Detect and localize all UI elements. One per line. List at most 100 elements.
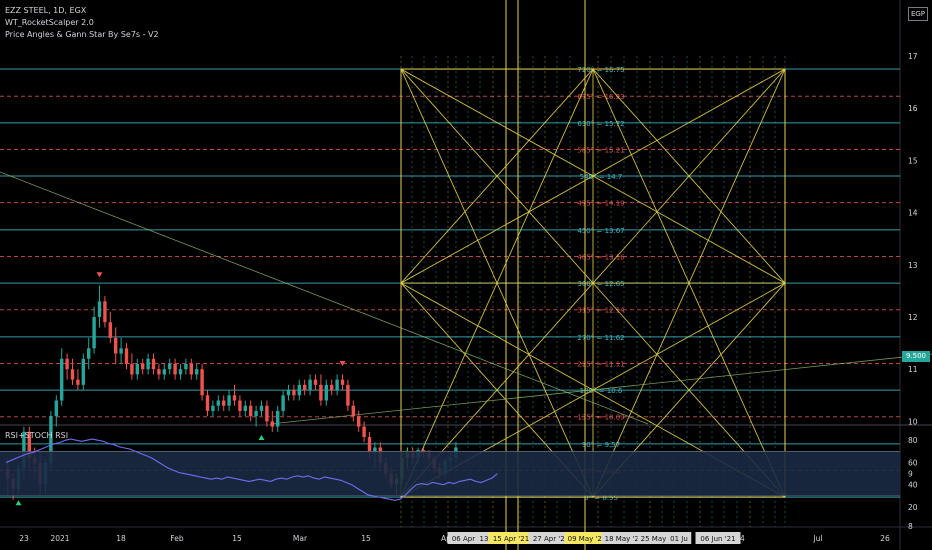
candle: [70, 358, 75, 385]
candle: [216, 395, 220, 411]
downtrend-line: [0, 171, 649, 425]
candle: [297, 379, 301, 401]
candle: [270, 410, 274, 432]
candle: [157, 363, 161, 380]
candle: [81, 353, 85, 391]
candle-body: [114, 337, 118, 354]
candle-body: [259, 405, 264, 411]
candle: [222, 395, 226, 411]
candle-body: [324, 384, 328, 401]
time-axis-date-label: 01 Ju: [670, 535, 688, 543]
candle: [97, 285, 102, 328]
candle: [130, 353, 134, 380]
trading-chart[interactable]: 720° = 16.75675° = 16.23630° = 15.72585°…: [0, 0, 932, 550]
indicator-rocketscalper[interactable]: WT_RocketScalper 2.0: [5, 18, 94, 27]
price-tick-label: 9: [908, 470, 913, 479]
level-label: 270° = 11.62: [577, 334, 624, 342]
candle-body: [81, 358, 85, 385]
rsi-tick-label: 80: [908, 436, 918, 445]
candle-body: [205, 395, 210, 411]
candle-body: [351, 405, 355, 417]
rsi-tick-label: 40: [908, 481, 918, 490]
time-tick-label: 15: [361, 534, 371, 543]
candle: [87, 337, 91, 370]
candle-body: [151, 358, 156, 370]
last-price-tag: 9.500: [902, 351, 930, 362]
trend-lines: [0, 171, 932, 425]
time-tick-label: 26: [880, 534, 890, 543]
candle: [60, 348, 64, 406]
candle: [65, 353, 69, 380]
candle-body: [76, 379, 80, 385]
candle-body: [254, 410, 258, 417]
candle: [308, 374, 312, 396]
rsi-indicator-title[interactable]: RSI+STOCH RSI: [5, 431, 68, 440]
candle-body: [157, 369, 161, 375]
time-axis-date-label: 09 May '21: [568, 535, 607, 543]
symbol-title[interactable]: EZZ STEEL, 1D, EGX: [5, 6, 86, 15]
candle-body: [286, 390, 291, 396]
candle-body: [357, 416, 361, 427]
candle-body: [173, 363, 177, 375]
price-tick-label: 14: [908, 209, 918, 218]
candle-body: [195, 369, 199, 375]
price-tick-label: 8: [908, 522, 913, 531]
candle: [205, 390, 210, 417]
candle-body: [303, 384, 307, 391]
candle-body: [200, 369, 204, 396]
level-label: 495° = 14.19: [577, 200, 624, 208]
candle-body: [141, 363, 145, 370]
candle-body: [297, 384, 301, 396]
candle-body: [108, 322, 112, 338]
candle: [259, 400, 264, 417]
candle: [114, 327, 118, 364]
time-tick-label: Jul: [812, 534, 822, 543]
candle-body: [319, 384, 323, 401]
candle: [119, 337, 123, 364]
sell-signal-icon: [96, 272, 103, 278]
candle: [162, 363, 166, 380]
time-axis[interactable]: 23 2021 18 Feb 15 Mar 15 Ap 06 Apr '2113 15 Apr '…: [19, 532, 890, 544]
time-axis-date-label: 15 Apr '21: [493, 535, 529, 543]
currency-label[interactable]: EGP: [908, 7, 928, 21]
price-tick-label: 13: [908, 261, 918, 270]
candle-body: [97, 301, 102, 317]
candle-body: [211, 405, 215, 411]
candle: [135, 358, 139, 380]
candle-body: [222, 400, 226, 406]
rsi-band: [0, 451, 900, 496]
indicator-gann-star[interactable]: Price Angles & Gann Star By Se7s - V2: [5, 30, 159, 39]
time-tick-label: 15: [232, 534, 242, 543]
time-tick-label: 23: [19, 534, 29, 543]
candle-body: [367, 437, 372, 453]
candle: [303, 379, 307, 396]
candle-body: [168, 363, 172, 370]
time-tick-label: 14: [735, 534, 745, 543]
level-label: 675° = 16.23: [577, 93, 624, 101]
rsi-tick-label: 60: [908, 458, 918, 467]
candle: [249, 400, 253, 422]
price-tick-label: 15: [908, 156, 918, 165]
candle-body: [146, 358, 150, 370]
candle: [281, 390, 285, 417]
candle-body: [292, 390, 296, 396]
candle-body: [70, 369, 75, 380]
candle: [92, 306, 96, 354]
candle: [335, 374, 339, 396]
candle: [351, 400, 355, 422]
candle-body: [103, 301, 107, 323]
time-axis-date-label: 13: [480, 535, 489, 543]
level-label: 225° = 11.11: [577, 360, 624, 368]
candle: [76, 369, 80, 391]
candle-body: [276, 410, 280, 427]
candle-body: [330, 384, 334, 391]
candle-body: [270, 421, 274, 427]
candle: [146, 353, 150, 375]
price-tick-label: 16: [908, 104, 918, 113]
price-tick-label: 11: [908, 365, 918, 374]
candle-body: [340, 379, 345, 385]
candle-body: [92, 317, 96, 349]
candle: [340, 374, 345, 391]
candle-body: [265, 405, 269, 422]
buy-signal-icon: [15, 500, 22, 506]
